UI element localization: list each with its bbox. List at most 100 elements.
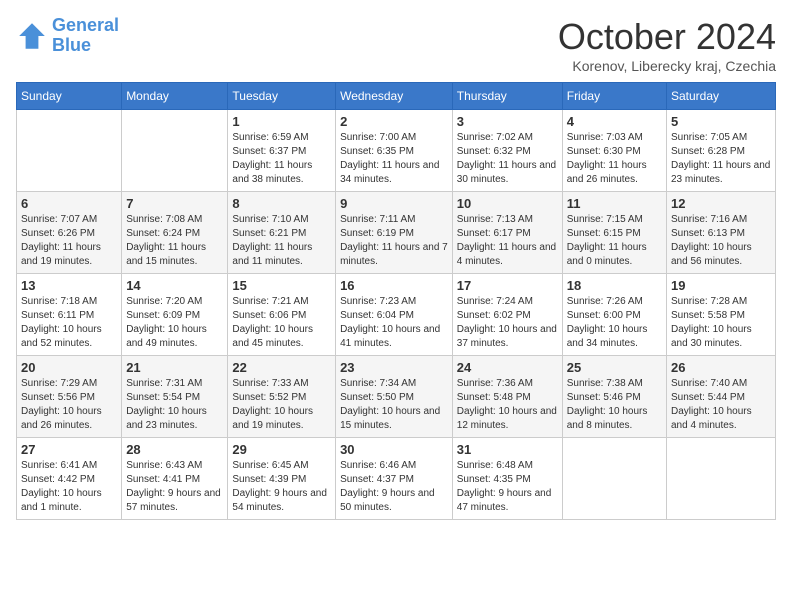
logo-text: General Blue: [52, 16, 119, 56]
day-header-friday: Friday: [562, 83, 666, 110]
day-cell: 25 Sunrise: 7:38 AM Sunset: 5:46 PM Dayli…: [562, 356, 666, 438]
day-info: Sunrise: 7:36 AM Sunset: 5:48 PM Dayligh…: [457, 377, 558, 433]
day-cell: 19 Sunrise: 7:28 AM Sunset: 5:58 PM Dayli…: [667, 274, 776, 356]
page-header: General Blue October 2024 Korenov, Liber…: [16, 16, 776, 74]
day-cell: 15 Sunrise: 7:21 AM Sunset: 6:06 PM Dayli…: [228, 274, 336, 356]
day-number: 23: [340, 360, 448, 375]
day-info: Sunrise: 7:28 AM Sunset: 5:58 PM Dayligh…: [671, 295, 771, 351]
day-number: 21: [126, 360, 223, 375]
day-cell: 23 Sunrise: 7:34 AM Sunset: 5:50 PM Dayli…: [336, 356, 453, 438]
day-info: Sunrise: 7:34 AM Sunset: 5:50 PM Dayligh…: [340, 377, 448, 433]
day-cell: 12Sunrise: 7:16 AM Sunset: 6:13 PM Dayli…: [667, 192, 776, 274]
title-block: October 2024 Korenov, Liberecky kraj, Cz…: [558, 16, 776, 74]
day-cell: 17Sunrise: 7:24 AM Sunset: 6:02 PM Dayli…: [452, 274, 562, 356]
day-number: 18: [567, 278, 662, 293]
day-number: 6: [21, 196, 117, 211]
day-number: 13: [21, 278, 117, 293]
day-cell: 5 Sunrise: 7:05 AM Sunset: 6:28 PM Daylig…: [667, 110, 776, 192]
day-info: Sunrise: 6:41 AM Sunset: 4:42 PM Dayligh…: [21, 459, 117, 515]
day-cell: 16 Sunrise: 7:23 AM Sunset: 6:04 PM Dayli…: [336, 274, 453, 356]
day-cell: 27 Sunrise: 6:41 AM Sunset: 4:42 PM Dayli…: [17, 438, 122, 520]
day-number: 19: [671, 278, 771, 293]
day-cell: [667, 438, 776, 520]
day-cell: 24 Sunrise: 7:36 AM Sunset: 5:48 PM Dayli…: [452, 356, 562, 438]
day-info: Sunrise: 7:31 AM Sunset: 5:54 PM Dayligh…: [126, 377, 223, 433]
day-info: Sunrise: 7:07 AM Sunset: 6:26 PM Dayligh…: [21, 213, 117, 269]
day-number: 27: [21, 442, 117, 457]
day-header-monday: Monday: [122, 83, 228, 110]
day-info: Sunrise: 7:02 AM Sunset: 6:32 PM Dayligh…: [457, 131, 558, 187]
day-cell: 8 Sunrise: 7:10 AM Sunset: 6:21 PM Daylig…: [228, 192, 336, 274]
day-cell: 21 Sunrise: 7:31 AM Sunset: 5:54 PM Dayli…: [122, 356, 228, 438]
day-cell: 3 Sunrise: 7:02 AM Sunset: 6:32 PM Daylig…: [452, 110, 562, 192]
day-number: 26: [671, 360, 771, 375]
day-info: Sunrise: 7:05 AM Sunset: 6:28 PM Dayligh…: [671, 131, 771, 187]
day-info: Sunrise: 7:18 AM Sunset: 6:11 PM Dayligh…: [21, 295, 117, 351]
day-info: Sunrise: 7:38 AM Sunset: 5:46 PM Dayligh…: [567, 377, 662, 433]
week-row-5: 27 Sunrise: 6:41 AM Sunset: 4:42 PM Dayli…: [17, 438, 776, 520]
day-header-saturday: Saturday: [667, 83, 776, 110]
day-info: Sunrise: 7:23 AM Sunset: 6:04 PM Dayligh…: [340, 295, 448, 351]
week-row-4: 20 Sunrise: 7:29 AM Sunset: 5:56 PM Dayli…: [17, 356, 776, 438]
day-number: 24: [457, 360, 558, 375]
day-number: 29: [232, 442, 331, 457]
location-subtitle: Korenov, Liberecky kraj, Czechia: [558, 58, 776, 74]
day-cell: 6 Sunrise: 7:07 AM Sunset: 6:26 PM Daylig…: [17, 192, 122, 274]
day-cell: 1Sunrise: 6:59 AM Sunset: 6:37 PM Daylig…: [228, 110, 336, 192]
day-number: 4: [567, 114, 662, 129]
day-number: 2: [340, 114, 448, 129]
day-number: 9: [340, 196, 448, 211]
day-cell: 26 Sunrise: 7:40 AM Sunset: 5:44 PM Dayli…: [667, 356, 776, 438]
day-cell: 7 Sunrise: 7:08 AM Sunset: 6:24 PM Daylig…: [122, 192, 228, 274]
day-info: Sunrise: 7:11 AM Sunset: 6:19 PM Dayligh…: [340, 213, 448, 269]
calendar-table: SundayMondayTuesdayWednesdayThursdayFrid…: [16, 82, 776, 520]
day-number: 5: [671, 114, 771, 129]
day-header-thursday: Thursday: [452, 83, 562, 110]
day-cell: 13 Sunrise: 7:18 AM Sunset: 6:11 PM Dayli…: [17, 274, 122, 356]
day-cell: 10Sunrise: 7:13 AM Sunset: 6:17 PM Dayli…: [452, 192, 562, 274]
day-cell: 18Sunrise: 7:26 AM Sunset: 6:00 PM Dayli…: [562, 274, 666, 356]
month-title: October 2024: [558, 16, 776, 58]
day-info: Sunrise: 7:08 AM Sunset: 6:24 PM Dayligh…: [126, 213, 223, 269]
day-number: 28: [126, 442, 223, 457]
day-cell: 22 Sunrise: 7:33 AM Sunset: 5:52 PM Dayli…: [228, 356, 336, 438]
day-info: Sunrise: 7:40 AM Sunset: 5:44 PM Dayligh…: [671, 377, 771, 433]
day-info: Sunrise: 7:33 AM Sunset: 5:52 PM Dayligh…: [232, 377, 331, 433]
logo-line2: Blue: [52, 35, 91, 55]
day-cell: 9 Sunrise: 7:11 AM Sunset: 6:19 PM Daylig…: [336, 192, 453, 274]
day-number: 11: [567, 196, 662, 211]
day-cell: 20 Sunrise: 7:29 AM Sunset: 5:56 PM Dayli…: [17, 356, 122, 438]
day-number: 22: [232, 360, 331, 375]
day-header-sunday: Sunday: [17, 83, 122, 110]
day-number: 16: [340, 278, 448, 293]
day-number: 1: [232, 114, 331, 129]
logo-icon: [16, 20, 48, 52]
day-number: 20: [21, 360, 117, 375]
day-info: Sunrise: 7:03 AM Sunset: 6:30 PM Dayligh…: [567, 131, 662, 187]
day-info: Sunrise: 7:15 AM Sunset: 6:15 PM Dayligh…: [567, 213, 662, 269]
day-number: 17: [457, 278, 558, 293]
day-info: Sunrise: 7:16 AM Sunset: 6:13 PM Dayligh…: [671, 213, 771, 269]
day-number: 15: [232, 278, 331, 293]
day-info: Sunrise: 7:21 AM Sunset: 6:06 PM Dayligh…: [232, 295, 331, 351]
week-row-3: 13 Sunrise: 7:18 AM Sunset: 6:11 PM Dayli…: [17, 274, 776, 356]
day-cell: 31Sunrise: 6:48 AM Sunset: 4:35 PM Dayli…: [452, 438, 562, 520]
day-info: Sunrise: 7:13 AM Sunset: 6:17 PM Dayligh…: [457, 213, 558, 269]
day-number: 14: [126, 278, 223, 293]
day-number: 31: [457, 442, 558, 457]
day-number: 7: [126, 196, 223, 211]
day-number: 25: [567, 360, 662, 375]
day-cell: 29Sunrise: 6:45 AM Sunset: 4:39 PM Dayli…: [228, 438, 336, 520]
day-info: Sunrise: 7:29 AM Sunset: 5:56 PM Dayligh…: [21, 377, 117, 433]
day-cell: 11 Sunrise: 7:15 AM Sunset: 6:15 PM Dayli…: [562, 192, 666, 274]
day-cell: [17, 110, 122, 192]
day-info: Sunrise: 7:00 AM Sunset: 6:35 PM Dayligh…: [340, 131, 448, 187]
day-info: Sunrise: 7:20 AM Sunset: 6:09 PM Dayligh…: [126, 295, 223, 351]
day-header-wednesday: Wednesday: [336, 83, 453, 110]
day-number: 3: [457, 114, 558, 129]
logo-line1: General: [52, 15, 119, 35]
day-number: 8: [232, 196, 331, 211]
day-info: Sunrise: 7:10 AM Sunset: 6:21 PM Dayligh…: [232, 213, 331, 269]
week-row-2: 6 Sunrise: 7:07 AM Sunset: 6:26 PM Daylig…: [17, 192, 776, 274]
logo: General Blue: [16, 16, 119, 56]
